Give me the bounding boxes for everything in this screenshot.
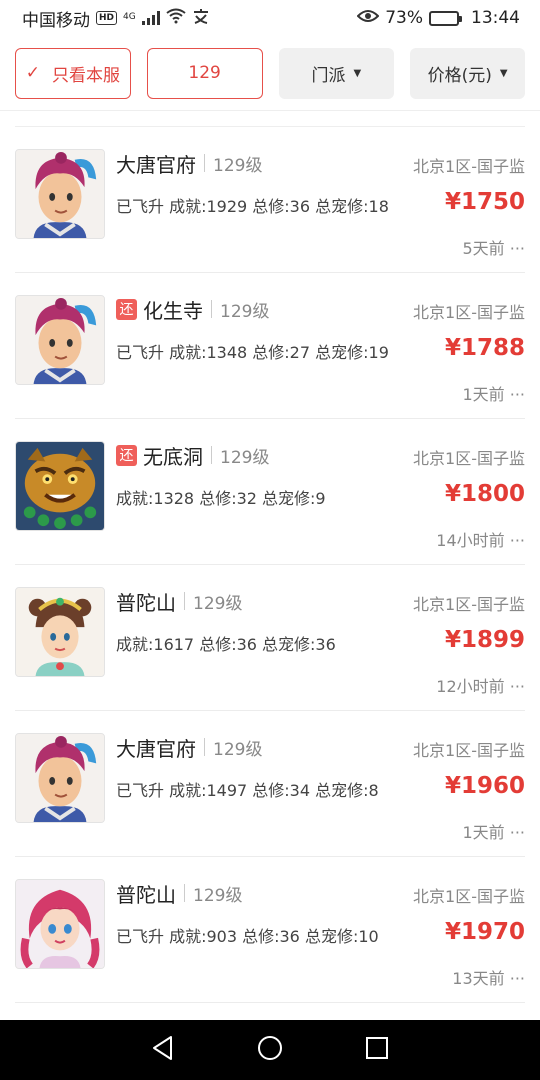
listing-title-row: 还 化生寺 129级 [116,295,269,323]
sect-filter-label: 门派 [311,65,346,86]
sect-name: 无底洞 [143,444,203,469]
recents-icon[interactable] [365,1036,389,1064]
return-tag: 还 [116,444,137,466]
listing-time-more[interactable]: 1天前 ··· [462,381,525,405]
level-filter[interactable]: 129 [146,47,263,99]
character-stats: 成就:1328 总修:32 总宠修:9 [116,489,326,508]
sect-name: 普陀山 [116,882,176,907]
server-name: 北京1区-国子监 [413,449,525,468]
character-level: 129级 [213,155,263,176]
sect-name: 大唐官府 [116,736,196,761]
listing-item[interactable]: 普陀山 129级 北京1区-国子监 成就:1617 总修:36 总宠修:36 ¥… [15,565,525,711]
wifi-icon [166,8,186,29]
server-name: 北京1区-国子监 [413,595,525,614]
sect-name: 普陀山 [116,590,176,615]
listing-price: ¥1788 [444,335,525,361]
battery-icon [429,10,462,26]
character-avatar [15,587,105,677]
sect-name: 大唐官府 [116,152,196,177]
hd-badge: HD [96,11,118,25]
level-filter-label: 129 [188,63,221,83]
listing-item[interactable]: 大唐官府 129级 北京1区-国子监 已飞升 成就:1929 总修:36 总宠修… [15,127,525,273]
check-icon: ✓ [25,63,40,83]
clock: 13:44 [471,8,520,28]
divider [204,738,205,756]
eye-icon [356,8,380,28]
return-tag: 还 [116,298,137,320]
divider [211,446,212,464]
sect-name: 化生寺 [143,298,203,323]
status-bar: 中国移动 HD 4G 73% 13:44 [0,0,540,36]
home-icon[interactable] [257,1035,283,1065]
listing-price: ¥1800 [444,481,525,507]
character-level: 129级 [220,301,270,322]
character-stats: 已飞升 成就:1929 总修:36 总宠修:18 [116,197,389,216]
listing-time-more[interactable]: 12小时前 ··· [436,673,525,697]
listing-title-row: 大唐官府 129级 [116,733,262,761]
listing-title-row: 普陀山 129级 [116,879,242,907]
character-stats: 已飞升 成就:1497 总修:34 总宠修:8 [116,781,379,800]
app-notification-icon [192,8,210,29]
listing-time-more[interactable]: 14小时前 ··· [436,527,525,551]
character-avatar [15,733,105,823]
carrier-name: 中国移动 [22,10,90,31]
listing-price: ¥1750 [444,189,525,215]
caret-down-icon: ▼ [499,67,508,79]
sect-filter-dropdown[interactable]: 门派 ▼ [278,47,395,99]
character-stats: 已飞升 成就:903 总修:36 总宠修:10 [116,927,379,946]
divider [184,884,185,902]
status-left: 中国移动 HD 4G [22,6,210,31]
divider [204,154,205,172]
listing-title-row: 普陀山 129级 [116,587,242,615]
listing-title-row: 还 无底洞 129级 [116,441,269,469]
listing-price: ¥1899 [444,627,525,653]
price-sort-dropdown[interactable]: 价格(元) ▼ [410,47,526,99]
signal-icon [141,11,160,25]
listing-item[interactable]: 普陀山 129级 北京1区-国子监 已飞升 成就:903 总修:36 总宠修:1… [15,857,525,1003]
listing-list: 大唐官府 129级 北京1区-国子监 已飞升 成就:1929 总修:36 总宠修… [15,126,525,1003]
listing-price: ¥1970 [444,919,525,945]
caret-down-icon: ▼ [353,67,362,79]
listing-item[interactable]: 还 化生寺 129级 北京1区-国子监 已飞升 成就:1348 总修:27 总宠… [15,273,525,419]
character-level: 129级 [193,885,243,906]
character-stats: 成就:1617 总修:36 总宠修:36 [116,635,336,654]
divider [184,592,185,610]
character-level: 129级 [193,593,243,614]
server-name: 北京1区-国子监 [413,741,525,760]
navigation-bar [0,1020,540,1080]
character-avatar [15,295,105,385]
server-name: 北京1区-国子监 [413,303,525,322]
listing-item[interactable]: 大唐官府 129级 北京1区-国子监 已飞升 成就:1497 总修:34 总宠修… [15,711,525,857]
divider [211,300,212,318]
back-icon[interactable] [151,1035,175,1065]
server-name: 北京1区-国子监 [413,887,525,906]
listing-title-row: 大唐官府 129级 [116,149,262,177]
listing-time-more[interactable]: 5天前 ··· [462,235,525,259]
character-avatar [15,149,105,239]
listing-price: ¥1960 [444,773,525,799]
only-this-server-label: 只看本服 [52,65,120,86]
character-level: 129级 [213,739,263,760]
listing-item[interactable]: 还 无底洞 129级 北京1区-国子监 成就:1328 总修:32 总宠修:9 … [15,419,525,565]
listing-time-more[interactable]: 13天前 ··· [452,965,525,989]
character-avatar [15,441,105,531]
listing-time-more[interactable]: 1天前 ··· [462,819,525,843]
character-avatar [15,879,105,969]
character-level: 129级 [220,447,270,468]
only-this-server-filter[interactable]: ✓ 只看本服 [15,47,131,99]
battery-percent: 73% [385,8,423,28]
status-right: 73% 13:44 [356,8,520,28]
character-stats: 已飞升 成就:1348 总修:27 总宠修:19 [116,343,389,362]
price-sort-label: 价格(元) [427,65,492,86]
network-type: 4G [123,11,136,22]
filter-bar: ✓ 只看本服 129 门派 ▼ 价格(元) ▼ [0,36,540,111]
server-name: 北京1区-国子监 [413,157,525,176]
